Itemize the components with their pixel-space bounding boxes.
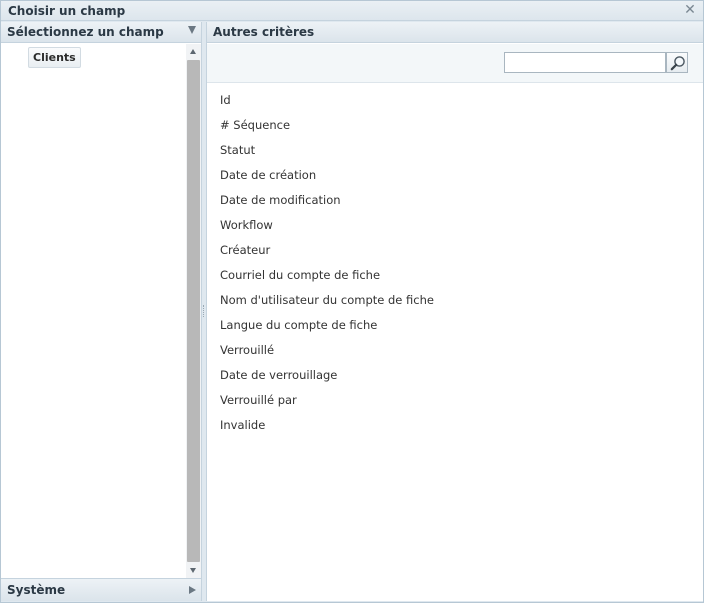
field-item[interactable]: Id xyxy=(220,92,434,117)
right-panel: Autres critères Id # Séquence Statut Date d… xyxy=(206,22,703,601)
system-section-title: Système xyxy=(7,583,66,597)
field-item[interactable]: # Séquence xyxy=(220,117,434,142)
right-panel-header: Autres critères xyxy=(207,22,703,43)
chevron-down-icon[interactable] xyxy=(188,26,196,34)
field-item[interactable]: Statut xyxy=(220,142,434,167)
scrollbar-thumb[interactable] xyxy=(187,60,200,562)
field-item[interactable]: Verrouillé par xyxy=(220,392,434,417)
search-button[interactable] xyxy=(666,52,688,73)
system-section-header[interactable]: Système xyxy=(1,578,201,601)
field-item[interactable]: Courriel du compte de fiche xyxy=(220,267,434,292)
search-bar xyxy=(207,44,703,83)
dialog-title: Choisir un champ xyxy=(8,4,126,18)
left-panel-header[interactable]: Sélectionnez un champ xyxy=(1,22,201,43)
field-item[interactable]: Créateur xyxy=(220,242,434,267)
field-item[interactable]: Verrouillé xyxy=(220,342,434,367)
field-item[interactable]: Langue du compte de fiche xyxy=(220,317,434,342)
splitter-grip[interactable] xyxy=(203,305,205,317)
close-icon[interactable]: ✕ xyxy=(683,3,697,17)
search-input[interactable] xyxy=(504,52,666,73)
field-item[interactable]: Invalide xyxy=(220,417,434,442)
field-tree: Clients xyxy=(1,44,185,578)
dialog-titlebar: Choisir un champ ✕ xyxy=(1,1,703,21)
field-item[interactable]: Date de modification xyxy=(220,192,434,217)
field-item[interactable]: Date de création xyxy=(220,167,434,192)
scroll-down-icon[interactable] xyxy=(190,568,196,573)
chevron-right-icon[interactable] xyxy=(189,586,196,594)
left-scrollbar[interactable] xyxy=(186,44,201,578)
tree-node-clients[interactable]: Clients xyxy=(28,47,81,68)
choose-field-dialog: Choisir un champ ✕ Sélectionnez un champ… xyxy=(0,0,704,603)
left-panel: Sélectionnez un champ Clients Système xyxy=(1,22,202,601)
right-panel-title: Autres critères xyxy=(213,25,315,39)
field-item[interactable]: Nom d'utilisateur du compte de fiche xyxy=(220,292,434,317)
magnifier-icon xyxy=(670,56,685,71)
field-item[interactable]: Date de verrouillage xyxy=(220,367,434,392)
scroll-up-icon[interactable] xyxy=(190,49,196,54)
field-list: Id # Séquence Statut Date de création Date d… xyxy=(220,92,434,442)
field-item[interactable]: Workflow xyxy=(220,217,434,242)
left-panel-title: Sélectionnez un champ xyxy=(7,25,164,39)
